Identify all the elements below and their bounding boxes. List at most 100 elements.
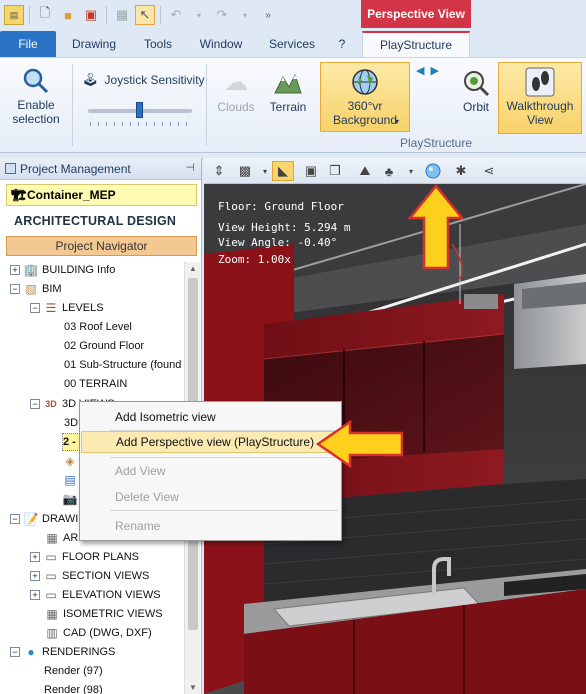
project-navigator-button[interactable]: Project Navigator xyxy=(6,236,197,256)
walkthrough-label: Walkthrough View xyxy=(506,99,574,127)
shading-icon[interactable]: ◣ xyxy=(272,161,294,181)
container-icon: 🏗 xyxy=(11,188,27,202)
scroll-up-icon[interactable]: ▲ xyxy=(189,264,197,273)
tree-node[interactable]: ▦ AR xyxy=(44,529,78,547)
building-icon: 🏢 xyxy=(23,263,39,277)
background-360-button[interactable]: 360°vr Background ▾ xyxy=(320,62,410,132)
tab-tools[interactable]: Tools xyxy=(136,31,180,57)
collapse-icon[interactable]: − xyxy=(30,303,40,313)
enable-selection-button[interactable]: Enable selection xyxy=(6,64,66,126)
tree-node[interactable]: 03 Roof Level xyxy=(64,318,132,336)
copy-view-icon[interactable]: ❐ xyxy=(324,161,346,181)
print-icon[interactable]: ▦ xyxy=(112,5,132,25)
menu-item-add-view[interactable]: Add View xyxy=(81,460,340,482)
terrain-label: Terrain xyxy=(269,100,307,114)
frame-select-icon[interactable]: ▣ xyxy=(300,161,322,181)
redo-dropdown-icon[interactable]: ▾ xyxy=(235,5,255,25)
expand-icon[interactable]: + xyxy=(30,590,40,600)
callout-arrow-left xyxy=(316,420,404,468)
tree-node[interactable]: + ▭ ELEVATION VIEWS xyxy=(30,586,161,604)
undo-dropdown-icon[interactable]: ▾ xyxy=(189,5,209,25)
viewport-toolbar: ⇕ ▩ ▾ ◣ ▣ ❐ ⛰ ♣ ▾ ✱ ⋖ xyxy=(204,158,586,184)
background-label: 360°vr Background xyxy=(332,99,398,127)
menu-item-rename[interactable]: Rename xyxy=(81,515,340,537)
container-name: Container_MEP xyxy=(27,188,116,202)
tree-node[interactable]: 00 TERRAIN xyxy=(64,375,127,393)
tab-playstructure[interactable]: PlayStructure xyxy=(362,31,470,57)
menu-item-add-perspective[interactable]: Add Perspective view (PlayStructure) xyxy=(81,431,340,453)
tree-node[interactable]: 02 Ground Floor xyxy=(64,337,144,355)
orbit-button[interactable]: Orbit xyxy=(454,66,498,114)
expand-icon[interactable]: + xyxy=(10,265,20,275)
collapse-icon[interactable]: − xyxy=(10,284,20,294)
vegetation-icon[interactable]: ♣ xyxy=(378,161,400,181)
tab-file[interactable]: File xyxy=(0,31,56,57)
title-bar: ▤ 🗋 ■ ▣ ▦ ↖ ↶ ▾ ↷ ▾ » Perspective View xyxy=(0,0,586,30)
tab-help[interactable]: ? xyxy=(332,31,352,57)
select-pointer-icon[interactable]: ↖ xyxy=(135,5,155,25)
vegetation-dropdown-icon[interactable]: ▾ xyxy=(400,161,422,181)
tree-node[interactable]: 3D xyxy=(64,414,78,432)
joystick-icon: 🕹 xyxy=(82,72,99,87)
tree-node[interactable]: ▥ CAD (DWG, DXF) xyxy=(44,624,151,642)
landscape-icon[interactable]: ⛰ xyxy=(354,161,376,181)
collapse-icon[interactable]: − xyxy=(30,399,40,409)
tree-label: ELEVATION VIEWS xyxy=(62,589,161,601)
isometric-view-icon: ▦ xyxy=(46,607,58,621)
walk-person-icon[interactable]: ✱ xyxy=(450,161,472,181)
tree-node[interactable]: 01 Sub-Structure (found xyxy=(64,356,181,374)
collapse-icon[interactable]: − xyxy=(10,647,20,657)
gallery-nav: ◀ ▶ xyxy=(416,64,439,77)
redo-icon[interactable]: ↷ xyxy=(212,5,232,25)
terrain-button[interactable]: Terrain xyxy=(266,66,310,114)
tree-node[interactable]: + ▭ FLOOR PLANS xyxy=(30,548,139,566)
tab-drawing[interactable]: Drawing xyxy=(66,31,122,57)
tree-node[interactable]: − ● RENDERINGS xyxy=(10,643,115,661)
walkthrough-view-button[interactable]: Walkthrough View xyxy=(498,62,582,134)
tree-node[interactable]: + ▭ SECTION VIEWS xyxy=(30,567,149,585)
menu-item-delete-view[interactable]: Delete View xyxy=(81,486,340,508)
chevron-left-icon[interactable]: ◀ xyxy=(416,64,424,77)
tree-node[interactable]: Render (97) xyxy=(44,662,103,680)
enable-selection-label: Enable selection xyxy=(12,98,60,126)
orbit-magnifier-icon xyxy=(459,66,493,100)
tree-node[interactable]: ▦ ISOMETRIC VIEWS xyxy=(44,605,162,623)
new-file-icon[interactable]: 🗋 xyxy=(35,5,55,25)
app-icon[interactable]: ▤ xyxy=(4,5,24,25)
cad-icon: ▥ xyxy=(46,626,58,640)
ribbon: Enable selection 🕹 Joystick Sensitivity … xyxy=(0,57,586,153)
pin-icon[interactable]: ⊣ xyxy=(185,161,195,174)
tree-label: 00 TERRAIN xyxy=(64,378,128,390)
context-menu: Add Isometric view Add Perspective view … xyxy=(79,401,342,541)
menu-item-add-isometric[interactable]: Add Isometric view xyxy=(81,406,340,428)
tree-node[interactable]: + 🏢 BUILDING Info xyxy=(10,261,115,279)
hud-height: View Height: 5.294 m xyxy=(218,221,351,234)
tree-node[interactable]: Render (98) xyxy=(44,681,103,694)
chevron-right-icon[interactable]: ▶ xyxy=(430,64,438,77)
ruler-icon[interactable]: ⇕ xyxy=(208,161,230,181)
container-selector[interactable]: 🏗 Container_MEP xyxy=(6,184,197,206)
joystick-slider-thumb[interactable] xyxy=(136,102,143,118)
texture-icon[interactable]: ▩ xyxy=(234,161,256,181)
levels-icon: ☰ xyxy=(45,301,57,315)
tab-services[interactable]: Services xyxy=(264,31,320,57)
open-folder-icon[interactable]: ■ xyxy=(58,5,78,25)
tree-label: 03 Roof Level xyxy=(64,321,132,333)
overflow-icon[interactable]: » xyxy=(258,5,278,25)
tree-node[interactable]: − ☰ LEVELS xyxy=(30,299,104,317)
quick-access-toolbar: ▤ 🗋 ■ ▣ ▦ ↖ ↶ ▾ ↷ ▾ » xyxy=(4,5,278,25)
separator xyxy=(206,64,207,146)
expand-icon[interactable]: + xyxy=(30,552,40,562)
scroll-down-icon[interactable]: ▼ xyxy=(189,683,197,692)
callout-arrow-up xyxy=(407,184,465,270)
joystick-sensitivity: 🕹 Joystick Sensitivity xyxy=(82,72,205,88)
tree-node[interactable]: − ▧ BIM xyxy=(10,280,62,298)
undo-icon[interactable]: ↶ xyxy=(166,5,186,25)
save-icon[interactable]: ▣ xyxy=(81,5,101,25)
collapse-icon[interactable]: − xyxy=(10,514,20,524)
expand-icon[interactable]: + xyxy=(30,571,40,581)
globe-view-icon[interactable] xyxy=(422,161,444,181)
tab-window[interactable]: Window xyxy=(194,31,248,57)
clouds-button[interactable]: ☁ Clouds xyxy=(214,66,258,115)
share-icon[interactable]: ⋖ xyxy=(478,161,500,181)
